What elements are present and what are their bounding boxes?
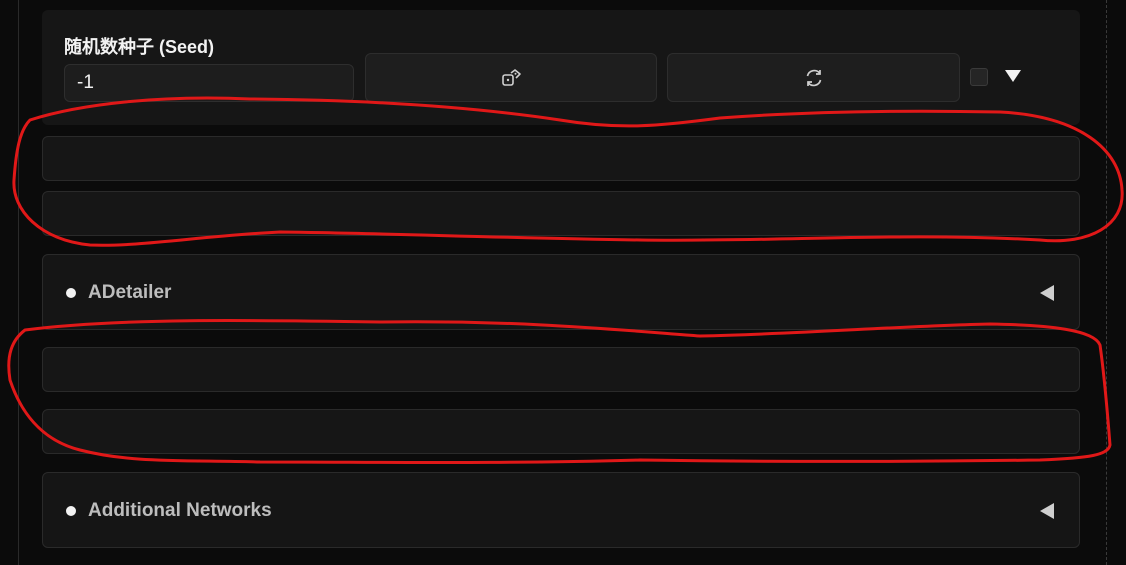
reuse-seed-button[interactable]: [667, 53, 960, 102]
accordion-label: ADetailer: [88, 282, 172, 303]
bullet-icon: [66, 288, 76, 298]
empty-panel-bar: [42, 191, 1080, 236]
seed-label: 随机数种子 (Seed): [64, 37, 215, 57]
random-seed-button[interactable]: [365, 53, 657, 102]
right-dashed-divider: [1106, 0, 1107, 565]
recycle-icon: [806, 69, 821, 86]
additional-networks-accordion[interactable]: Additional Networks: [42, 472, 1080, 548]
extra-seed-checkbox[interactable]: [970, 68, 988, 86]
empty-panel-bar: [42, 136, 1080, 181]
empty-panel-bar: [42, 347, 1080, 392]
triangle-down-icon[interactable]: [1003, 68, 1023, 84]
accordion-label: Additional Networks: [88, 500, 272, 521]
triangle-left-icon: [1040, 503, 1054, 519]
adetailer-accordion[interactable]: ADetailer: [42, 254, 1080, 330]
dice-icon: [502, 68, 521, 86]
triangle-left-icon: [1040, 285, 1054, 301]
seed-input[interactable]: [64, 64, 354, 102]
bullet-icon: [66, 506, 76, 516]
left-divider: [18, 0, 19, 565]
empty-panel-bar: [42, 409, 1080, 454]
